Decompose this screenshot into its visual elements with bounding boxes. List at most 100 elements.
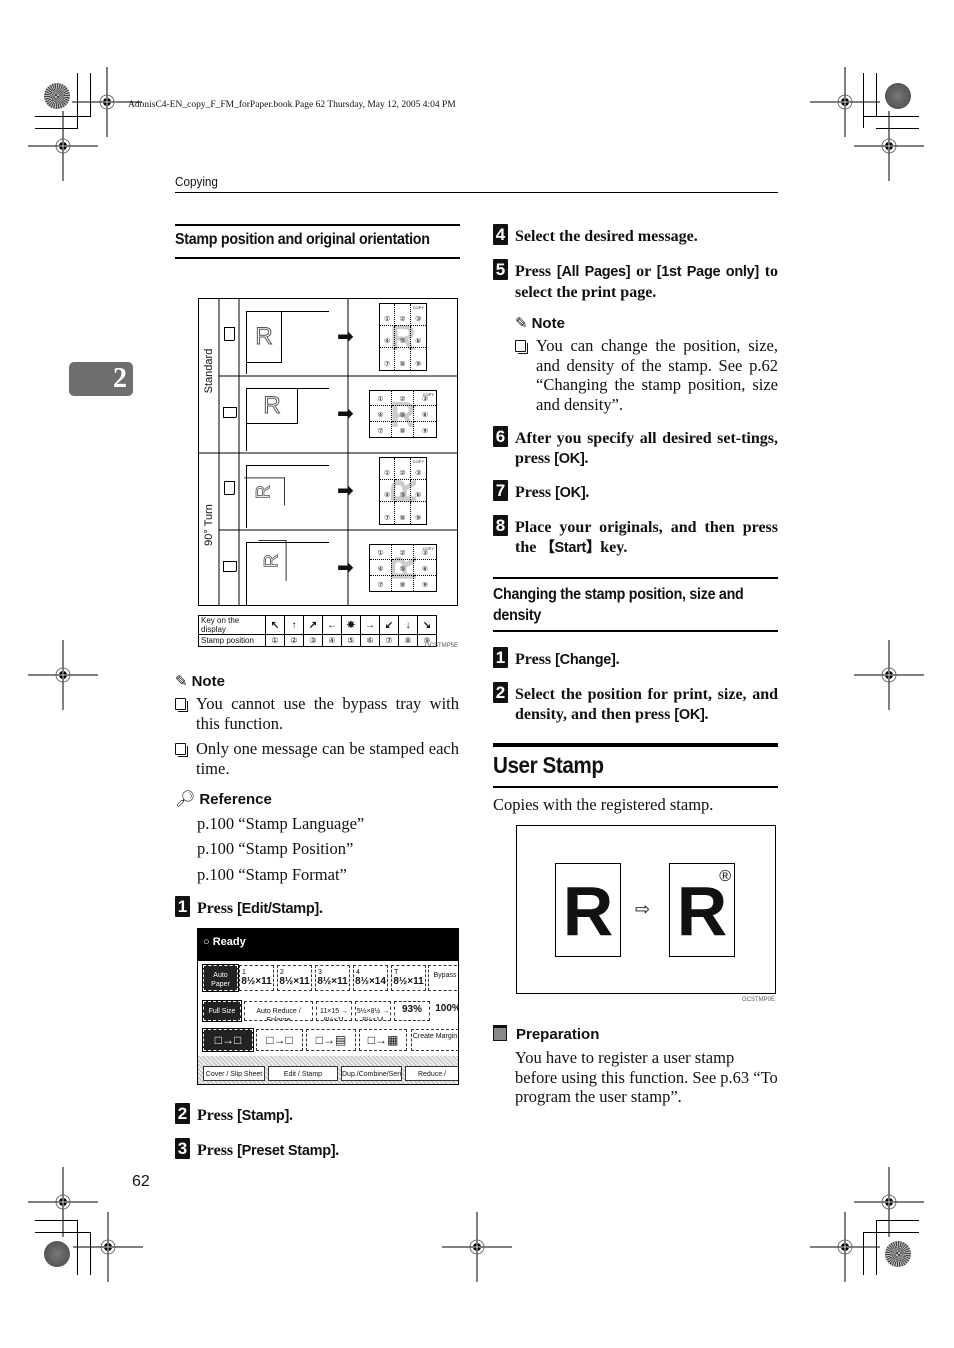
stamp-position-mark: ⑤: [392, 560, 414, 576]
stamp-position-mark: ⑥: [414, 560, 436, 576]
step-number: 2: [175, 1103, 190, 1124]
stamp-position-mark: ⑦: [380, 502, 396, 524]
function-tab[interactable]: Dup./Combine/Series: [341, 1066, 402, 1081]
status-bar: ○ Ready: [198, 929, 458, 961]
step-number: 4: [493, 224, 508, 245]
paper-select-button[interactable]: Bypass: [428, 965, 458, 991]
ratio-button[interactable]: 11×15 → 8½×11: [316, 1001, 352, 1021]
function-tab[interactable]: Reduce / Enlarge: [405, 1066, 458, 1081]
stamp-position-number: ⑥: [360, 634, 380, 647]
ratio-button[interactable]: 100%: [433, 1001, 458, 1021]
subsection-rule-top: [493, 577, 778, 579]
key-label: [OK]: [554, 450, 585, 467]
copy-stamp-label: COPY: [412, 305, 424, 310]
group-label-90-turn: 90° Turn: [203, 504, 215, 546]
paper-tray-button[interactable]: 4 8½×14: [353, 965, 388, 991]
running-head: Copying: [175, 174, 218, 189]
paper-tray-button[interactable]: 1 8½×11: [239, 965, 274, 991]
step-number: 5: [493, 259, 508, 280]
stamp-position-number: ⑤: [341, 634, 361, 647]
paper-tray-button[interactable]: T 8½×11: [391, 965, 426, 991]
mode-button-1to1[interactable]: □→□: [202, 1028, 254, 1052]
stamp-position-mark: ②: [395, 458, 411, 480]
ratio-button[interactable]: 93%: [394, 1001, 430, 1021]
key-label: [Stamp]: [237, 1108, 290, 1124]
user-stamp-heading: User Stamp: [493, 752, 604, 778]
mode-button-combine-4[interactable]: □→▦: [359, 1029, 407, 1051]
diagram-row: R ➡ R ① ② ③ ④ ⑤ ⑥ ⑦ ⑧ ⑨ COPY: [199, 530, 457, 607]
function-tab[interactable]: Edit / Stamp: [268, 1066, 338, 1081]
crosshair-icon: [853, 639, 925, 711]
key-label: [All Pages]: [556, 264, 631, 280]
step-number: 8: [493, 515, 508, 536]
stamped-page: R ®: [669, 863, 735, 957]
mode-button-2to2[interactable]: □→□: [256, 1029, 303, 1051]
sub-step-1: 1 Press [Change].: [493, 647, 778, 671]
crosshair-icon: [27, 110, 99, 182]
key-arrow-icon: ✵: [341, 615, 361, 635]
original-sheet: R: [244, 477, 285, 506]
key-arrow-icon: ↘: [417, 615, 437, 635]
stamp-position-mark: ①: [370, 391, 392, 407]
mode-button-combine-2[interactable]: □→▤: [306, 1029, 356, 1051]
stamp-position-mark: ⑨: [421, 581, 429, 589]
stamp-position-mark: ⑤: [395, 480, 411, 502]
note-item: Only one message can be stamped each tim…: [175, 739, 459, 778]
crosshair-icon: [27, 1166, 99, 1238]
original-sheet: R: [247, 312, 282, 363]
key-label: 【Start】: [540, 539, 601, 556]
stamp-position-mark: ⑥: [410, 480, 426, 502]
stamp-position-number: ④: [322, 634, 342, 647]
checkbox-bullet-icon: [515, 340, 528, 354]
stamp-position-mark: ①: [380, 304, 396, 326]
key-label: [Change]: [555, 652, 616, 668]
copy-stamp-label: COPY: [412, 459, 424, 464]
function-tab[interactable]: Cover / Slip Sheet: [203, 1066, 265, 1081]
create-margin-button[interactable]: Create Margin: [411, 1029, 458, 1051]
step-7: 7 Press [OK].: [493, 480, 778, 504]
arrow-right-icon: ➡: [337, 326, 354, 348]
paper-tray-button[interactable]: 3 8½×11: [315, 965, 350, 991]
paper-select-button[interactable]: Auto Paper Select▶: [202, 964, 239, 992]
output-page: R ① ② ③ ④ ⑤ ⑥ ⑦ ⑧ ⑨ COPY: [369, 544, 437, 592]
step-1: 1 Press [Edit/Stamp].: [175, 896, 460, 920]
stamp-position-number: ①: [265, 634, 285, 647]
reference-block: 🔎︎ Reference: [175, 789, 272, 809]
output-page: R ① ② ③ ④ ⑤ ⑥ ⑦ ⑧ ⑨ COPY: [379, 457, 427, 525]
stamp-position-number: ⑦: [379, 634, 399, 647]
arrow-right-icon: ➡: [337, 480, 354, 502]
output-page: R ① ② ③ ④ ⑤ ⑥ ⑦ ⑧ ⑨ COPY: [369, 390, 437, 438]
step-number: 1: [175, 896, 190, 917]
pencil-icon: ✎: [515, 316, 528, 332]
original-page: R: [555, 863, 621, 957]
pencil-icon: ✎: [175, 674, 188, 690]
reference-link[interactable]: p.100 “Stamp Position”: [197, 839, 353, 859]
key-arrow-icon: ↗: [303, 615, 323, 635]
user-stamp-description: Copies with the registered stamp.: [493, 795, 714, 814]
key-table-label-positions: Stamp position: [198, 634, 266, 647]
key-label: [OK]: [674, 706, 705, 723]
original-sheet: R: [247, 389, 298, 424]
reference-link[interactable]: p.100 “Stamp Format”: [197, 865, 347, 885]
step-number: 2: [493, 682, 508, 703]
book-icon: [493, 1025, 507, 1041]
preparation-text: You have to register a user stamp before…: [515, 1048, 778, 1106]
key-label: [Edit/Stamp]: [237, 901, 319, 917]
note-block: ✎ Note: [175, 672, 225, 691]
ratio-button[interactable]: 5½×8½ → 8½×14: [355, 1001, 391, 1021]
chapter-tab: 2: [69, 362, 133, 396]
stamp-position-mark: ①: [370, 545, 392, 561]
paper-tray-button[interactable]: 2 8½×11: [277, 965, 312, 991]
stamp-position-mark: ⑧: [392, 421, 414, 437]
stamp-position-number: ②: [284, 634, 304, 647]
arrow-right-icon: ⇨: [635, 899, 651, 919]
ratio-button[interactable]: Full Size: [202, 1000, 242, 1022]
copy-stamp-label: COPY: [422, 392, 434, 397]
stamp-position-number: ③: [303, 634, 323, 647]
magnifier-icon: 🔎︎: [175, 791, 196, 808]
reference-link[interactable]: p.100 “Stamp Language”: [197, 814, 364, 834]
ratio-button[interactable]: Auto Reduce / Enlarge: [244, 1001, 313, 1021]
note-item: You cannot use the bypass tray with this…: [175, 694, 459, 733]
stamp-position-mark: ⑨: [421, 427, 429, 435]
heading-rule-bottom: [493, 786, 778, 788]
